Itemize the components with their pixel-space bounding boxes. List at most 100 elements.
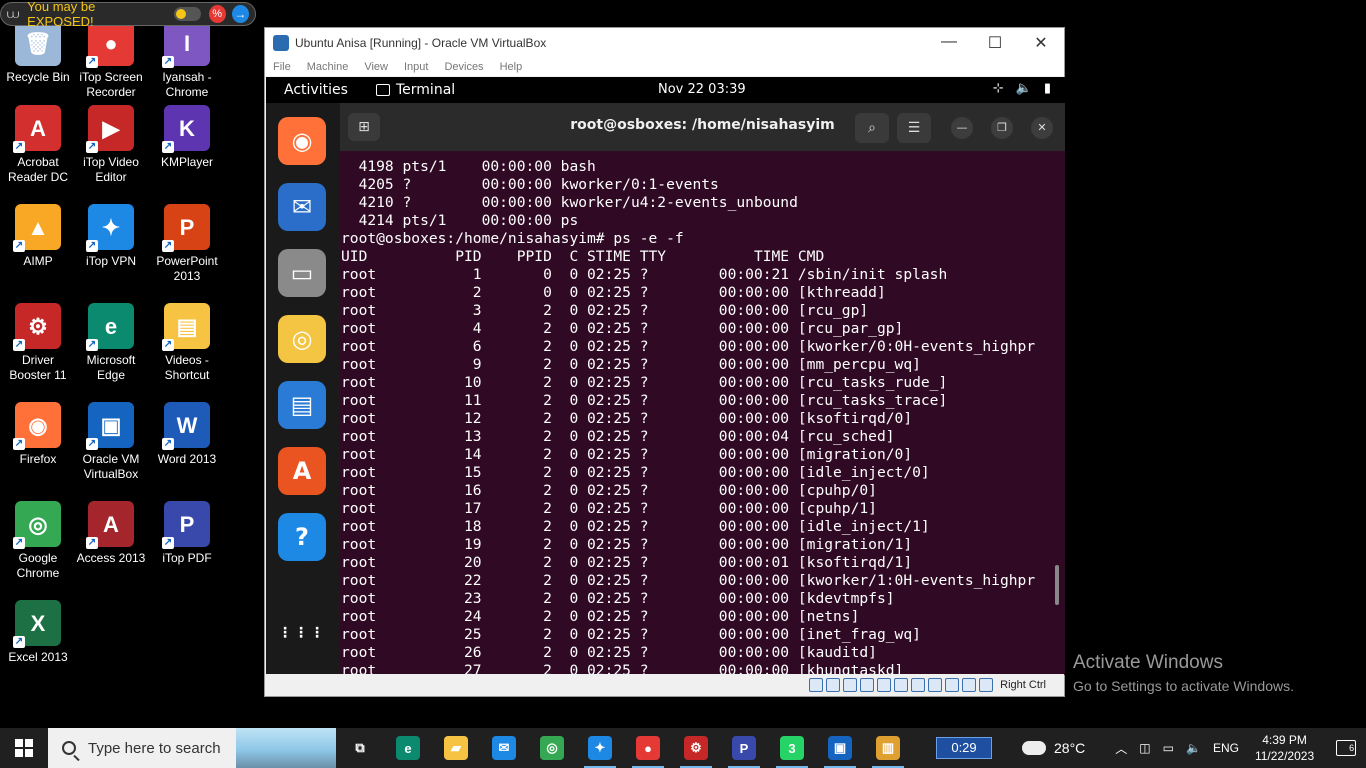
desktop-shortcut[interactable]: A ↗ Access 2013 xyxy=(73,501,149,566)
desktop-shortcut[interactable]: P ↗ iTop PDF xyxy=(149,501,225,566)
rhythmbox-icon[interactable]: ◎ xyxy=(278,315,326,363)
show-apps-icon[interactable]: ⋮⋮⋮ xyxy=(278,609,326,657)
firefox-icon[interactable]: ◉ xyxy=(278,117,326,165)
taskbar-app-button[interactable]: ✦ xyxy=(576,728,624,768)
maximize-button[interactable]: ☐ xyxy=(972,33,1018,53)
taskbar-app-button[interactable]: ● xyxy=(624,728,672,768)
search-placeholder: Type here to search xyxy=(88,739,221,757)
menu-machine[interactable]: Machine xyxy=(307,61,349,73)
chevron-up-icon[interactable]: ︿ xyxy=(1115,740,1127,757)
taskbar-search-box[interactable]: Type here to search xyxy=(48,728,336,768)
start-button[interactable] xyxy=(0,728,48,768)
app-center-icon[interactable]: A xyxy=(278,447,326,495)
thunderbird-icon[interactable]: ✉ xyxy=(278,183,326,231)
recording-status-icon[interactable] xyxy=(928,678,943,692)
taskbar-app-button[interactable]: e xyxy=(384,728,432,768)
help-icon[interactable]: ? xyxy=(278,513,326,561)
taskbar-app-button[interactable]: ⚙ xyxy=(672,728,720,768)
window-title: Ubuntu Anisa [Running] - Oracle VM Virtu… xyxy=(295,36,547,50)
activities-button[interactable]: Activities xyxy=(266,82,376,98)
desktop-shortcut[interactable]: P ↗ PowerPoint 2013 xyxy=(149,204,225,284)
display-status-icon[interactable] xyxy=(911,678,926,692)
terminal-headerbar[interactable]: ⊞ root@osboxes: /home/nisahasyim ⌕ ☰ — ❐… xyxy=(340,103,1065,151)
network-status-icon[interactable] xyxy=(860,678,875,692)
desktop-shortcut[interactable]: W ↗ Word 2013 xyxy=(149,402,225,467)
usb-status-icon[interactable] xyxy=(877,678,892,692)
close-button[interactable]: ✕ xyxy=(1018,33,1064,53)
close-button[interactable]: ✕ xyxy=(1031,117,1053,139)
edge-icon: e xyxy=(396,736,420,760)
menu-input[interactable]: Input xyxy=(404,61,428,73)
desktop-shortcut[interactable]: ◉ ↗ Firefox xyxy=(0,402,76,467)
taskbar-app-button[interactable]: ⧉ xyxy=(336,728,384,768)
system-tray[interactable]: ⊹ 🔈 ▮ xyxy=(993,81,1051,96)
shared-folders-icon[interactable] xyxy=(894,678,909,692)
desktop-shortcut[interactable]: ▲ ↗ AIMP xyxy=(0,204,76,269)
taskbar-clock[interactable]: 4:39 PM 11/22/2023 xyxy=(1255,732,1314,764)
desktop-shortcut[interactable]: ● ↗ iTop Screen Recorder xyxy=(73,20,149,100)
percent-icon[interactable]: % xyxy=(208,5,226,23)
weather-widget[interactable]: 28°C xyxy=(1022,740,1085,756)
exposed-warning-banner[interactable]: ⩊ You may be EXPOSED! % → xyxy=(0,0,256,29)
terminal-output[interactable]: 4198 pts/1 00:00:00 bash 4205 ? 00:00:00… xyxy=(341,158,1053,675)
desktop-shortcut[interactable]: ✦ ↗ iTop VPN xyxy=(73,204,149,269)
terminal-line: root 14 2 0 02:25 ? 00:00:00 [migration/… xyxy=(341,446,913,463)
hamburger-menu-button[interactable]: ☰ xyxy=(897,113,931,143)
taskbar-app-button[interactable]: ▣ xyxy=(816,728,864,768)
vpn-toggle[interactable] xyxy=(173,7,201,21)
network-icon[interactable]: ▭ xyxy=(1163,741,1174,755)
app-menu-terminal[interactable]: Terminal xyxy=(376,82,455,98)
webcam-icon[interactable]: ◫ xyxy=(1139,741,1150,755)
audio-status-icon[interactable] xyxy=(843,678,858,692)
desktop-shortcut[interactable]: I ↗ Iyansah - Chrome xyxy=(149,20,225,100)
desktop-shortcut[interactable]: e ↗ Microsoft Edge xyxy=(73,303,149,383)
search-button[interactable]: ⌕ xyxy=(855,113,889,143)
desktop-shortcut[interactable]: ▣ ↗ Oracle VM VirtualBox xyxy=(73,402,149,482)
desktop-shortcut[interactable]: 🗑 Recycle Bin xyxy=(0,20,76,85)
arrow-right-icon[interactable]: → xyxy=(231,5,249,23)
edge-icon: e ↗ xyxy=(86,303,134,351)
desktop-shortcut[interactable]: ⚙ ↗ Driver Booster 11 xyxy=(0,303,76,383)
volume-icon[interactable]: 🔈 xyxy=(1186,741,1201,755)
windows-desktop: 🗑 Recycle Bin ● ↗ iTop Screen Recorder I ↗ Iyan… xyxy=(0,0,1366,728)
terminal-scrollbar[interactable] xyxy=(1055,565,1059,605)
menu-help[interactable]: Help xyxy=(500,61,523,73)
minimize-button[interactable]: — xyxy=(951,117,973,139)
desktop-shortcut[interactable]: ▤ ↗ Videos - Shortcut xyxy=(149,303,225,383)
ubuntu-guest-screen[interactable]: Activities Terminal Nov 22 03:39 ⊹ 🔈 ▮ ◉… xyxy=(266,77,1065,675)
shortcut-arrow-icon: ↗ xyxy=(13,438,25,450)
taskbar-app-button[interactable]: ▰ xyxy=(432,728,480,768)
timer-widget[interactable]: 0:29 xyxy=(936,737,992,759)
menu-view[interactable]: View xyxy=(364,61,388,73)
terminal-window[interactable]: ⊞ root@osboxes: /home/nisahasyim ⌕ ☰ — ❐… xyxy=(340,103,1065,675)
desktop-shortcut[interactable]: A ↗ Acrobat Reader DC xyxy=(0,105,76,185)
menu-file[interactable]: File xyxy=(273,61,291,73)
access-icon: A ↗ xyxy=(86,501,134,549)
taskbar-app-button[interactable]: 3 xyxy=(768,728,816,768)
maximize-button[interactable]: ❐ xyxy=(991,117,1013,139)
window-titlebar[interactable]: Ubuntu Anisa [Running] - Oracle VM Virtu… xyxy=(265,28,1064,58)
optical-drive-icon[interactable] xyxy=(826,678,841,692)
taskbar-app-button[interactable]: ◎ xyxy=(528,728,576,768)
taskbar-app-button[interactable]: ✉ xyxy=(480,728,528,768)
terminal-line: root 24 2 0 02:25 ? 00:00:00 [netns] xyxy=(341,608,860,625)
desktop-shortcut[interactable]: K ↗ KMPlayer xyxy=(149,105,225,170)
menu-devices[interactable]: Devices xyxy=(444,61,483,73)
files-icon[interactable]: ▭ xyxy=(278,249,326,297)
taskbar-app-button[interactable]: ▥ xyxy=(864,728,912,768)
network-icon: ⊹ xyxy=(992,81,1004,96)
taskbar-app-button[interactable]: P xyxy=(720,728,768,768)
desktop-shortcut[interactable]: X ↗ Excel 2013 xyxy=(0,600,76,665)
desktop-shortcut[interactable]: ◎ ↗ Google Chrome xyxy=(0,501,76,581)
ubuntu-dock: ◉ ✉ ▭ ◎ ▤ A? ⋮⋮⋮ xyxy=(266,103,340,675)
keyboard-status-icon[interactable] xyxy=(979,678,994,692)
harddisk-status-icon[interactable] xyxy=(809,678,824,692)
desktop-shortcut[interactable]: ▶ ↗ iTop Video Editor xyxy=(73,105,149,185)
cpu-status-icon[interactable] xyxy=(945,678,960,692)
mouse-integration-icon[interactable] xyxy=(962,678,977,692)
notification-center-button[interactable]: 6 xyxy=(1336,740,1357,756)
clock[interactable]: Nov 22 03:39 xyxy=(658,82,746,97)
language-indicator[interactable]: ENG xyxy=(1213,741,1239,755)
writer-icon[interactable]: ▤ xyxy=(278,381,326,429)
minimize-button[interactable]: — xyxy=(926,33,972,53)
